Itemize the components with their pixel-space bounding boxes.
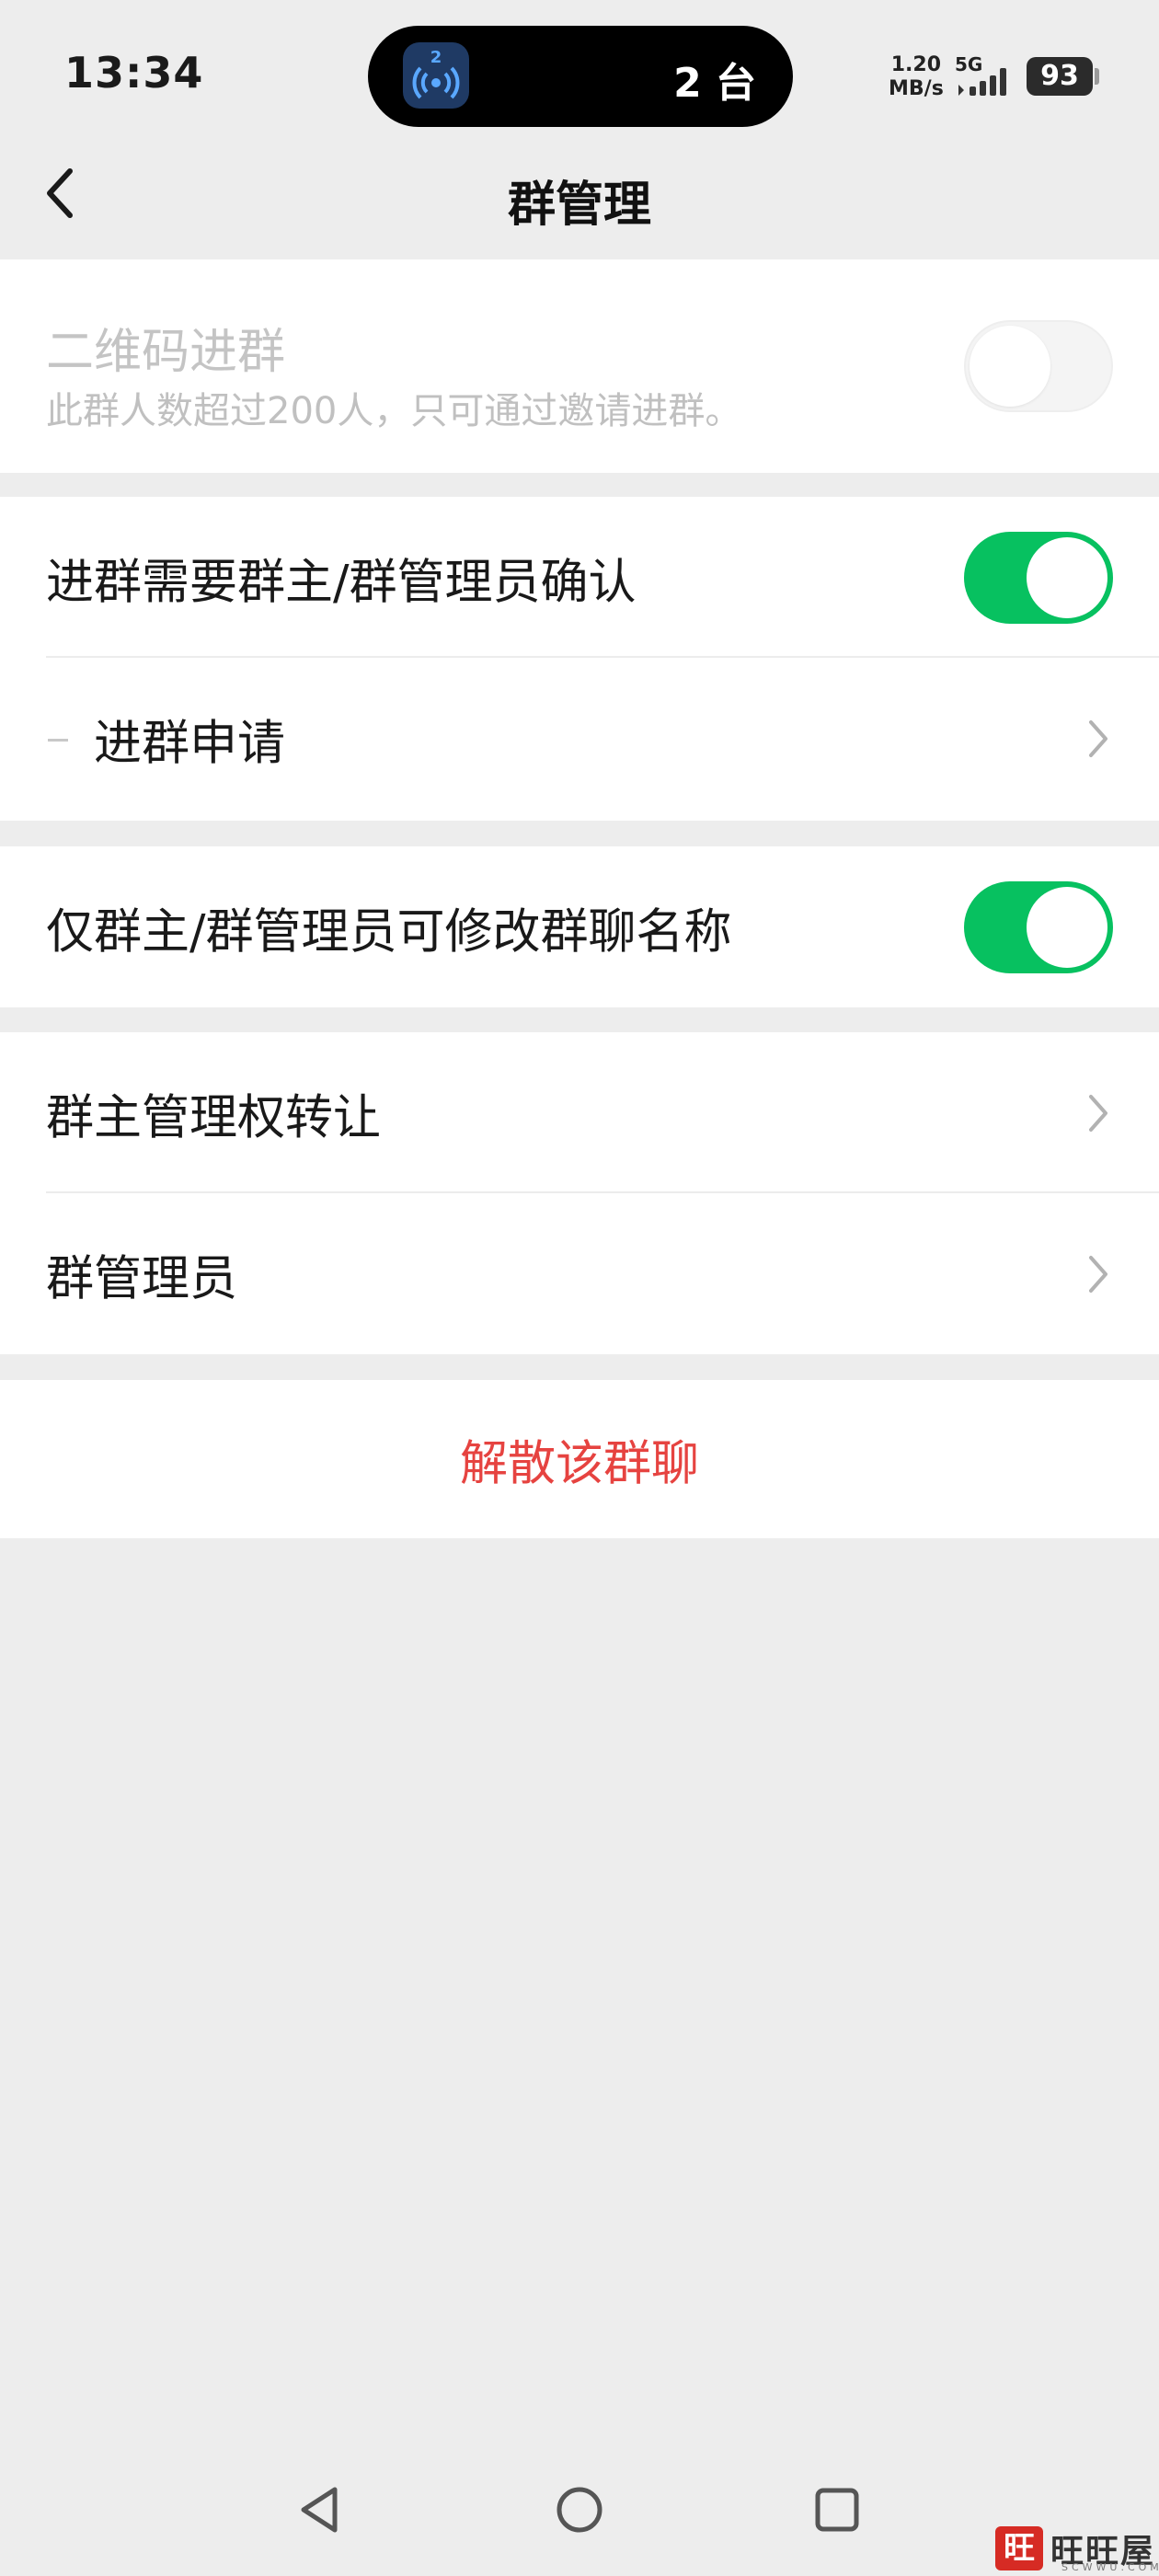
nav-back-icon[interactable] [294, 2484, 346, 2536]
group-admins-row[interactable]: 群管理员 [0, 1193, 1159, 1354]
join-requests-label: 进群申请 [94, 716, 286, 771]
battery-icon [1095, 68, 1099, 85]
join-requests-row[interactable]: 进群申请 [0, 658, 1159, 819]
chevron-right-icon [1089, 719, 1107, 757]
qr-join-label: 二维码进群 [46, 325, 286, 380]
back-icon[interactable] [37, 164, 88, 223]
watermark-domain: SCWWU.COM [1061, 2561, 1159, 2573]
qr-join-section: 二维码进群 此群人数超过200人，只可通过邀请进群。 [0, 259, 1159, 473]
rename-permission-section: 仅群主/群管理员可修改群聊名称 [0, 846, 1159, 1007]
dynamic-island[interactable]: 2 2 台 [368, 26, 793, 127]
join-confirm-label: 进群需要群主/群管理员确认 [46, 555, 637, 610]
network-speed: 1.20 MB/s [889, 53, 944, 101]
network-speed-value: 1.20 [890, 53, 942, 76]
dash-icon [48, 738, 68, 742]
join-confirm-row: 进群需要群主/群管理员确认 [0, 497, 1159, 658]
join-confirm-toggle[interactable] [964, 531, 1113, 624]
transfer-ownership-label: 群主管理权转让 [46, 1090, 382, 1145]
rename-permission-label: 仅群主/群管理员可修改群聊名称 [46, 904, 732, 960]
nav-bar: 群管理 [0, 129, 1159, 258]
system-nav-bar [0, 2466, 1159, 2548]
watermark-logo: 旺 旺旺屋 SCWWU.COM [992, 2521, 1159, 2576]
group-admins-label: 群管理员 [46, 1251, 238, 1306]
rename-permission-toggle[interactable] [964, 880, 1113, 973]
join-confirm-section: 进群需要群主/群管理员确认 进群申请 [0, 497, 1159, 821]
island-badge: 2 [430, 48, 442, 67]
transfer-ownership-row[interactable]: 群主管理权转让 [0, 1032, 1159, 1193]
battery-level: 93 [1027, 57, 1093, 96]
admin-section: 群主管理权转让 群管理员 [0, 1032, 1159, 1354]
toggle-knob [1027, 536, 1107, 618]
nav-recents-icon[interactable] [811, 2484, 863, 2536]
qr-join-note: 此群人数超过200人，只可通过邀请进群。 [46, 390, 742, 432]
dissolve-section: 解散该群聊 [0, 1380, 1159, 1538]
qr-join-toggle[interactable] [964, 320, 1113, 412]
broadcast-icon: 2 [403, 42, 469, 109]
rename-permission-row: 仅群主/群管理员可修改群聊名称 [0, 846, 1159, 1007]
nav-home-icon[interactable] [554, 2484, 605, 2536]
toggle-knob [970, 326, 1050, 407]
watermark-seal: 旺 [995, 2526, 1043, 2570]
chevron-right-icon [1089, 1255, 1107, 1293]
island-device-count: 2 台 [673, 60, 756, 107]
dissolve-group-label: 解散该群聊 [459, 1436, 699, 1492]
signal-icon [958, 68, 1006, 96]
page-title: 群管理 [507, 178, 651, 233]
network-speed-unit: MB/s [889, 77, 944, 100]
chevron-right-icon [1089, 1094, 1107, 1132]
toggle-knob [1027, 886, 1107, 968]
status-time: 13:34 [64, 48, 204, 98]
dissolve-group-button[interactable]: 解散该群聊 [0, 1380, 1159, 1538]
